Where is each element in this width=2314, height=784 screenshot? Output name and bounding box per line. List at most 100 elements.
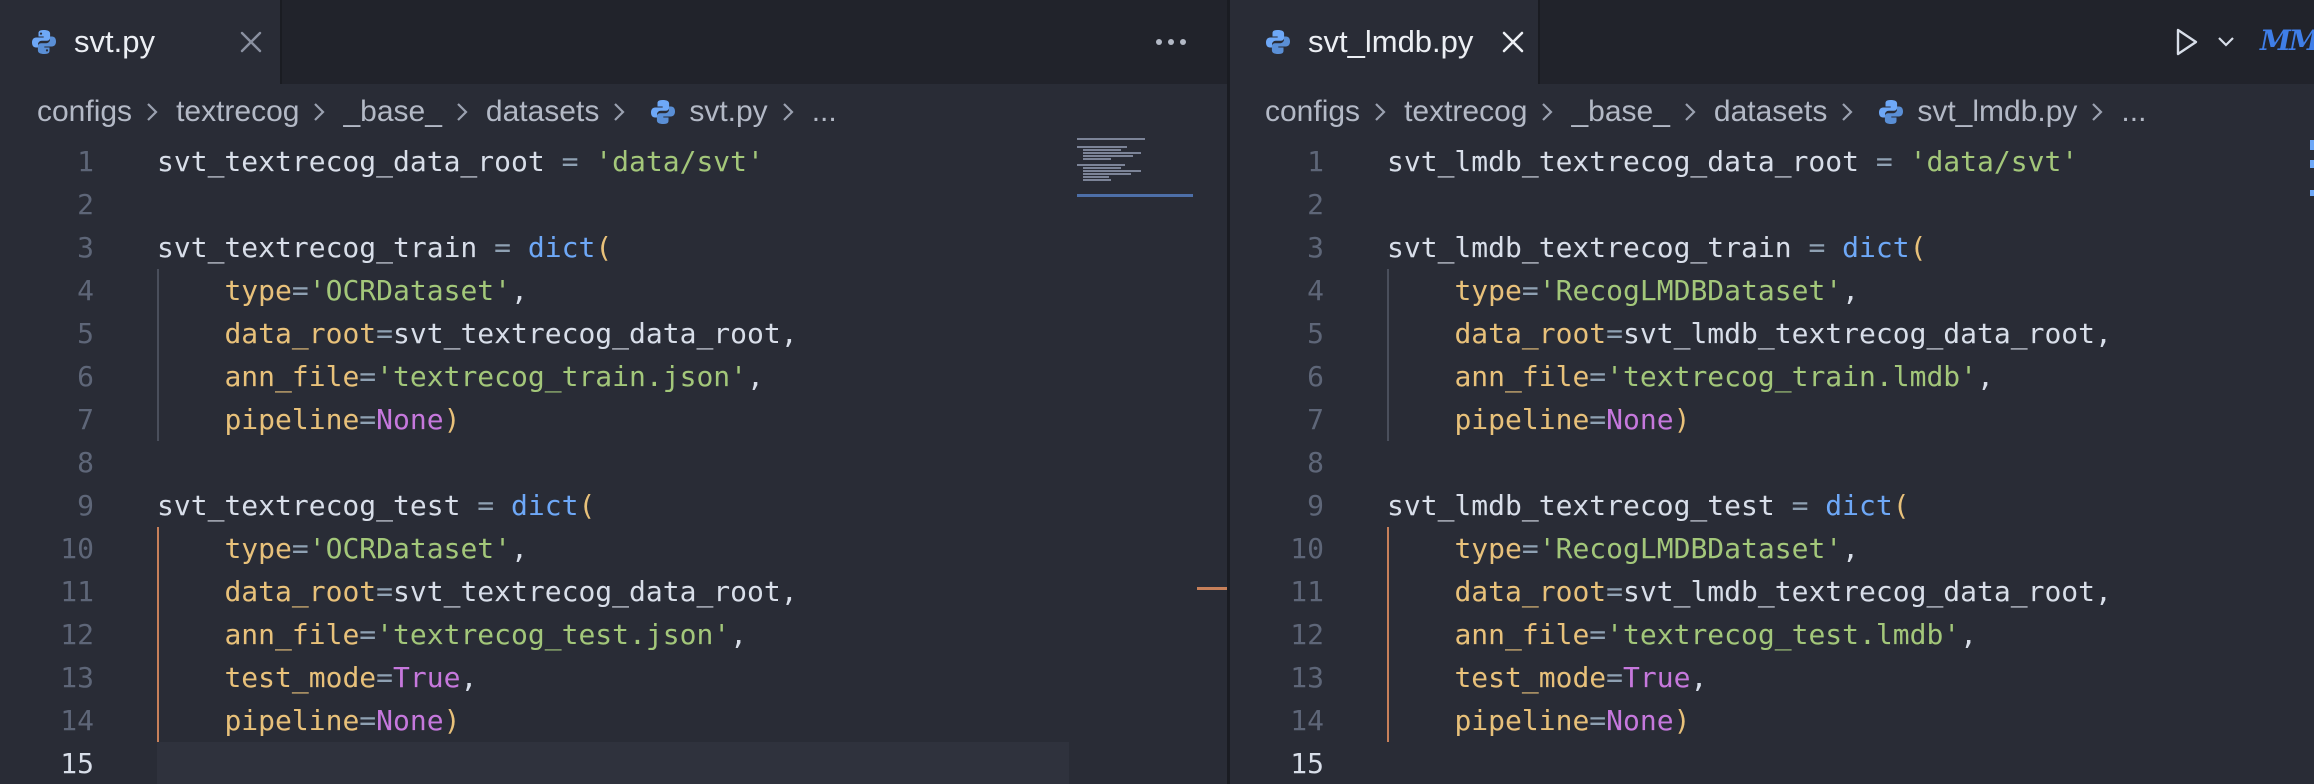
code-token: type [224,532,292,565]
line-number: 5 [77,317,94,350]
code-token: ) [443,403,461,436]
code-text: type='OCRDataset', [157,527,527,570]
breadcrumb-symbol[interactable]: ... [812,95,837,129]
code-token: = [1589,618,1607,651]
code-line[interactable]: 11 data_root=svt_textrecog_data_root, [0,570,1227,613]
line-number: 1 [77,145,94,178]
tab-bar: svt.py [0,0,1227,84]
code-token: svt_lmdb_textrecog_test [1387,489,1792,522]
breadcrumb-item[interactable]: configs [1265,95,1360,129]
code-text: test_mode=True, [1387,656,1707,699]
code-line[interactable]: 12 ann_file='textrecog_test.lmdb', [1230,613,2314,656]
minimap-viewport [1077,194,1193,197]
breadcrumb-item[interactable]: datasets [1714,95,1827,129]
play-icon[interactable] [2170,26,2202,58]
code-line[interactable]: 1 svt_textrecog_data_root = 'data/svt' [0,140,1227,183]
code-text: pipeline=None) [157,699,460,742]
code-line[interactable]: 3 svt_lmdb_textrecog_train = dict( [1230,226,2314,269]
code-line[interactable]: 4 type='RecogLMDBDataset', [1230,269,2314,312]
code-line[interactable]: 9 svt_lmdb_textrecog_test = dict( [1230,484,2314,527]
breadcrumb-item[interactable]: textrecog [1404,95,1527,129]
code-text: svt_textrecog_test = dict( [157,484,595,527]
code-line[interactable]: 3 svt_textrecog_train = dict( [0,226,1227,269]
code-line[interactable]: 7 pipeline=None) [1230,398,2314,441]
code-line[interactable]: 11 data_root=svt_lmdb_textrecog_data_roo… [1230,570,2314,613]
code-line[interactable]: 13 test_mode=True, [1230,656,2314,699]
code-line[interactable]: 4 type='OCRDataset', [0,269,1227,312]
chevron-right-icon [1542,103,1554,121]
code-line[interactable]: 6 ann_file='textrecog_train.json', [0,355,1227,398]
code-line[interactable]: 8 [1230,441,2314,484]
chevron-down-icon[interactable] [2216,34,2236,50]
breadcrumb-item[interactable]: configs [37,95,132,129]
code-line[interactable]: 6 ann_file='textrecog_train.lmdb', [1230,355,2314,398]
code-line[interactable]: 7 pipeline=None) [0,398,1227,441]
code-token: type [1454,532,1522,565]
more-actions-icon[interactable] [1151,28,1191,56]
code-text: data_root=svt_textrecog_data_root, [157,312,797,355]
code-token: = [1589,403,1607,436]
code-text: pipeline=None) [157,398,460,441]
code-line[interactable]: 15 [1230,742,2314,784]
minimap-row [1083,158,1111,160]
code-line[interactable]: 9 svt_textrecog_test = dict( [0,484,1227,527]
code-line[interactable]: 8 [0,441,1227,484]
code-line[interactable]: 10 type='RecogLMDBDataset', [1230,527,2314,570]
code-line[interactable]: 12 ann_file='textrecog_test.json', [0,613,1227,656]
python-icon [651,100,676,124]
close-icon[interactable] [236,27,266,57]
code-token: 'RecogLMDBDataset' [1538,532,1843,565]
breadcrumb-item[interactable]: textrecog [176,95,299,129]
code-token: dict [527,231,596,264]
code-token: , [1960,618,1978,651]
code-line[interactable]: 14 pipeline=None) [0,699,1227,742]
breadcrumb-file[interactable]: svt_lmdb.py [1917,95,2077,129]
code-editor[interactable]: 1 svt_lmdb_textrecog_data_root = 'data/sv… [1230,140,2314,784]
minimap-edge [2310,140,2314,150]
line-number: 4 [77,274,94,307]
code-token: type [224,274,292,307]
extension-logo-icon[interactable]: MM [2260,24,2314,57]
code-line[interactable]: 2 [0,183,1227,226]
tab-svt-lmdb-py[interactable]: svt_lmdb.py [1230,0,1540,84]
code-token: = [561,145,596,178]
breadcrumb-item[interactable]: datasets [486,95,599,129]
breadcrumb-item[interactable]: _base_ [1571,95,1669,129]
line-number: 12 [1290,618,1324,651]
breadcrumb-file[interactable]: svt.py [689,95,767,129]
code-token: = [1589,704,1607,737]
code-line[interactable]: 13 test_mode=True, [0,656,1227,699]
code-token: 'textrecog_train.lmdb' [1606,360,1978,393]
code-line[interactable]: 14 pipeline=None) [1230,699,2314,742]
code-line[interactable]: 2 [1230,183,2314,226]
breadcrumb-item[interactable]: _base_ [343,95,441,129]
line-number: 12 [60,618,94,651]
close-icon[interactable] [1498,27,1528,57]
code-line[interactable]: 1 svt_lmdb_textrecog_data_root = 'data/sv… [1230,140,2314,183]
python-icon [32,30,56,54]
minimap-row [1077,164,1125,166]
tab-svt-py[interactable]: svt.py [0,0,282,84]
code-line[interactable]: 10 type='OCRDataset', [0,527,1227,570]
code-token: = [1521,274,1539,307]
code-token: = [359,704,377,737]
line-number: 2 [77,188,94,221]
breadcrumb-symbol[interactable]: ... [2121,95,2146,129]
code-line[interactable]: 5 data_root=svt_lmdb_textrecog_data_root… [1230,312,2314,355]
line-number: 6 [77,360,94,393]
code-text: data_root=svt_textrecog_data_root, [157,570,797,613]
code-token: pipeline [1454,704,1590,737]
code-editor[interactable]: 1 svt_textrecog_data_root = 'data/svt' 2 3 s… [0,140,1227,784]
code-line[interactable]: 15 [0,742,1227,784]
code-line[interactable]: 5 data_root=svt_textrecog_data_root, [0,312,1227,355]
code-token: svt_textrecog_test [157,489,478,522]
minimap[interactable] [1077,138,1193,198]
